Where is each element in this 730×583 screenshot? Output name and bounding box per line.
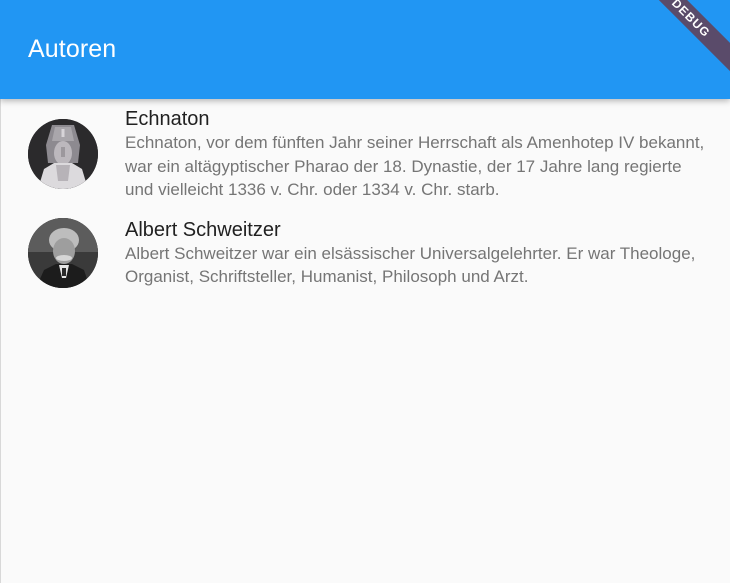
author-list[interactable]: Echnaton Echnaton, vor dem fünften Jahr … [0, 99, 730, 297]
debug-banner: DEBUG [630, 0, 730, 79]
app-bar-title: Autoren [28, 35, 117, 63]
app-screen: Autoren DEBUG Echnaton Echnaton, vor dem… [0, 0, 730, 583]
list-item-text: Albert Schweitzer Albert Schweitzer war … [125, 218, 706, 289]
author-name: Albert Schweitzer [125, 218, 281, 241]
avatar-echnaton [28, 119, 98, 190]
avatar-albert-schweitzer [28, 218, 98, 288]
author-description: Albert Schweitzer war ein elsässischer U… [125, 243, 696, 287]
author-name: Echnaton [125, 108, 210, 130]
list-item-text: Echnaton Echnaton, vor dem fünften Jahr … [125, 107, 706, 202]
app-bar: Autoren DEBUG [0, 0, 730, 99]
author-description: Echnaton, vor dem fünften Jahr seiner He… [125, 133, 705, 199]
list-item-albert-schweitzer[interactable]: Albert Schweitzer Albert Schweitzer war … [0, 210, 730, 297]
list-item-echnaton[interactable]: Echnaton Echnaton, vor dem fünften Jahr … [0, 99, 730, 210]
